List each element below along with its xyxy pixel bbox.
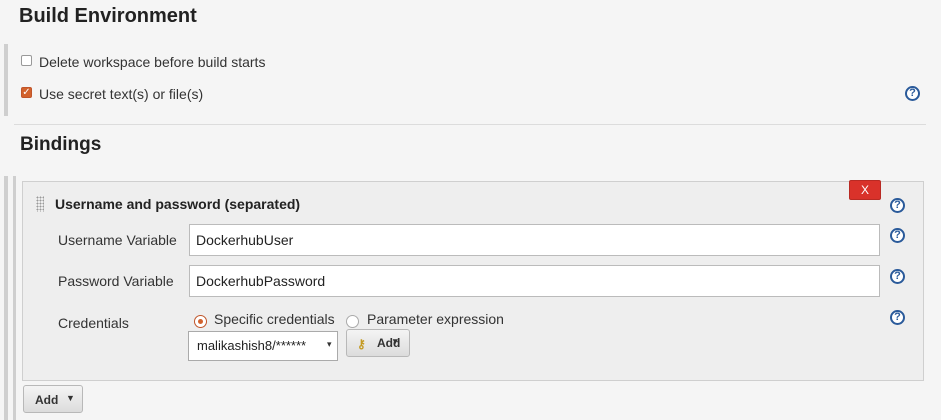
add-binding-button[interactable]: Add ▼ [23,385,83,413]
delete-binding-button[interactable]: X [849,180,881,200]
specific-credentials-radio[interactable] [194,315,207,328]
username-variable-label: Username Variable [58,232,177,248]
section-left-bar [4,44,8,116]
binding-title: Username and password (separated) [55,196,301,212]
delete-workspace-label: Delete workspace before build starts [39,54,266,70]
credentials-label: Credentials [58,315,129,331]
bindings-left-bar [4,176,8,420]
help-icon[interactable]: ? [905,86,920,101]
password-variable-label: Password Variable [58,273,174,289]
bindings-title: Bindings [20,134,102,155]
section-divider [14,124,926,125]
add-credential-dropdown-icon: ▾ [393,336,398,346]
parameter-expression-radio[interactable] [346,315,359,328]
use-secret-checkbox[interactable]: ✓ [21,87,32,98]
specific-credentials-label: Specific credentials [214,311,335,327]
drag-handle-icon[interactable] [36,196,44,212]
add-binding-label: Add [35,393,59,407]
chevron-down-icon: ▾ [327,339,332,349]
parameter-expression-label: Parameter expression [367,311,504,327]
username-variable-input[interactable]: DockerhubUser [189,224,880,256]
password-variable-input[interactable]: DockerhubPassword [189,265,880,297]
add-credential-button[interactable]: ⚷ Add ▾ [346,329,410,357]
credentials-select[interactable]: malikashish8/****** [188,331,338,361]
key-icon: ⚷ [357,337,366,351]
binding-help-icon[interactable]: ? [890,198,905,213]
build-environment-title: Build Environment [19,5,197,27]
password-help-icon[interactable]: ? [890,269,905,284]
credentials-select-value: malikashish8/****** [197,338,307,353]
chevron-down-icon: ▼ [66,393,75,403]
use-secret-label: Use secret text(s) or file(s) [39,86,204,102]
delete-workspace-checkbox[interactable] [21,55,32,66]
credentials-help-icon[interactable]: ? [890,310,905,325]
bindings-inner-bar [13,176,16,420]
username-help-icon[interactable]: ? [890,228,905,243]
